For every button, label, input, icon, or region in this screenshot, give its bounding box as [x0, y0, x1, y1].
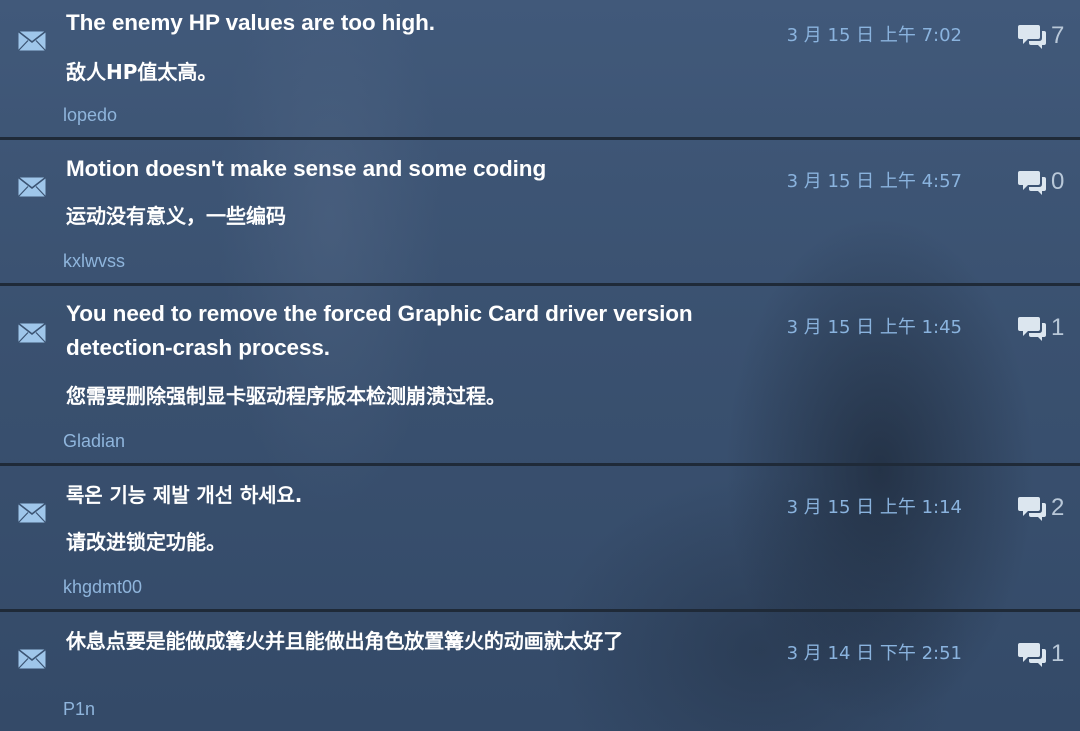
thread-timestamp: 3 月 15 日 上午 4:57: [786, 171, 962, 192]
thread-timestamp: 3 月 14 日 下午 2:51: [786, 643, 962, 664]
thread-row[interactable]: 록온 기능 제발 개선 하세요. 请改进锁定功能。 khgdmt00 3 月 1…: [0, 466, 1080, 612]
thread-timestamp: 3 月 15 日 上午 7:02: [786, 25, 962, 46]
thread-title[interactable]: You need to remove the forced Graphic Ca…: [66, 297, 766, 365]
speech-bubbles-icon: [1018, 171, 1046, 195]
thread-translation: 运动没有意义，一些编码: [66, 204, 286, 228]
envelope-icon: [18, 323, 46, 343]
reply-count: 2: [1051, 494, 1065, 521]
thread-title[interactable]: Motion doesn't make sense and some codin…: [66, 152, 766, 186]
thread-author[interactable]: kxlwvss: [63, 250, 125, 272]
thread-row[interactable]: You need to remove the forced Graphic Ca…: [0, 286, 1080, 466]
speech-bubbles-icon: [1018, 317, 1046, 341]
envelope-icon: [18, 649, 46, 669]
thread-translation: 请改进锁定功能。: [66, 530, 226, 554]
thread-timestamp: 3 月 15 日 上午 1:14: [786, 497, 962, 518]
thread-author[interactable]: lopedo: [63, 104, 117, 126]
reply-count: 1: [1051, 314, 1065, 341]
thread-translation: 您需要删除强制显卡驱动程序版本检测崩溃过程。: [66, 384, 506, 408]
thread-author[interactable]: khgdmt00: [63, 576, 142, 598]
thread-title[interactable]: 休息点要是能做成篝火并且能做出角色放置篝火的动画就太好了: [66, 624, 766, 658]
speech-bubbles-icon: [1018, 643, 1046, 667]
reply-count: 7: [1051, 22, 1065, 49]
thread-title[interactable]: The enemy HP values are too high.: [66, 6, 766, 40]
speech-bubbles-icon: [1018, 25, 1046, 49]
thread-title[interactable]: 록온 기능 제발 개선 하세요.: [66, 478, 766, 512]
thread-row[interactable]: Motion doesn't make sense and some codin…: [0, 140, 1080, 286]
reply-count: 1: [1051, 640, 1065, 667]
envelope-icon: [18, 503, 46, 523]
thread-author[interactable]: P1n: [63, 698, 95, 720]
thread-translation: 敌人HP值太高。: [66, 60, 218, 84]
thread-row[interactable]: 休息点要是能做成篝火并且能做出角色放置篝火的动画就太好了 P1n 3 月 14 …: [0, 612, 1080, 731]
thread-row[interactable]: The enemy HP values are too high. 敌人HP值太…: [0, 0, 1080, 140]
envelope-icon: [18, 31, 46, 51]
envelope-icon: [18, 177, 46, 197]
speech-bubbles-icon: [1018, 497, 1046, 521]
discussion-thread-list: The enemy HP values are too high. 敌人HP值太…: [0, 0, 1080, 731]
thread-author[interactable]: Gladian: [63, 430, 125, 452]
thread-timestamp: 3 月 15 日 上午 1:45: [786, 317, 962, 338]
reply-count: 0: [1051, 168, 1065, 195]
